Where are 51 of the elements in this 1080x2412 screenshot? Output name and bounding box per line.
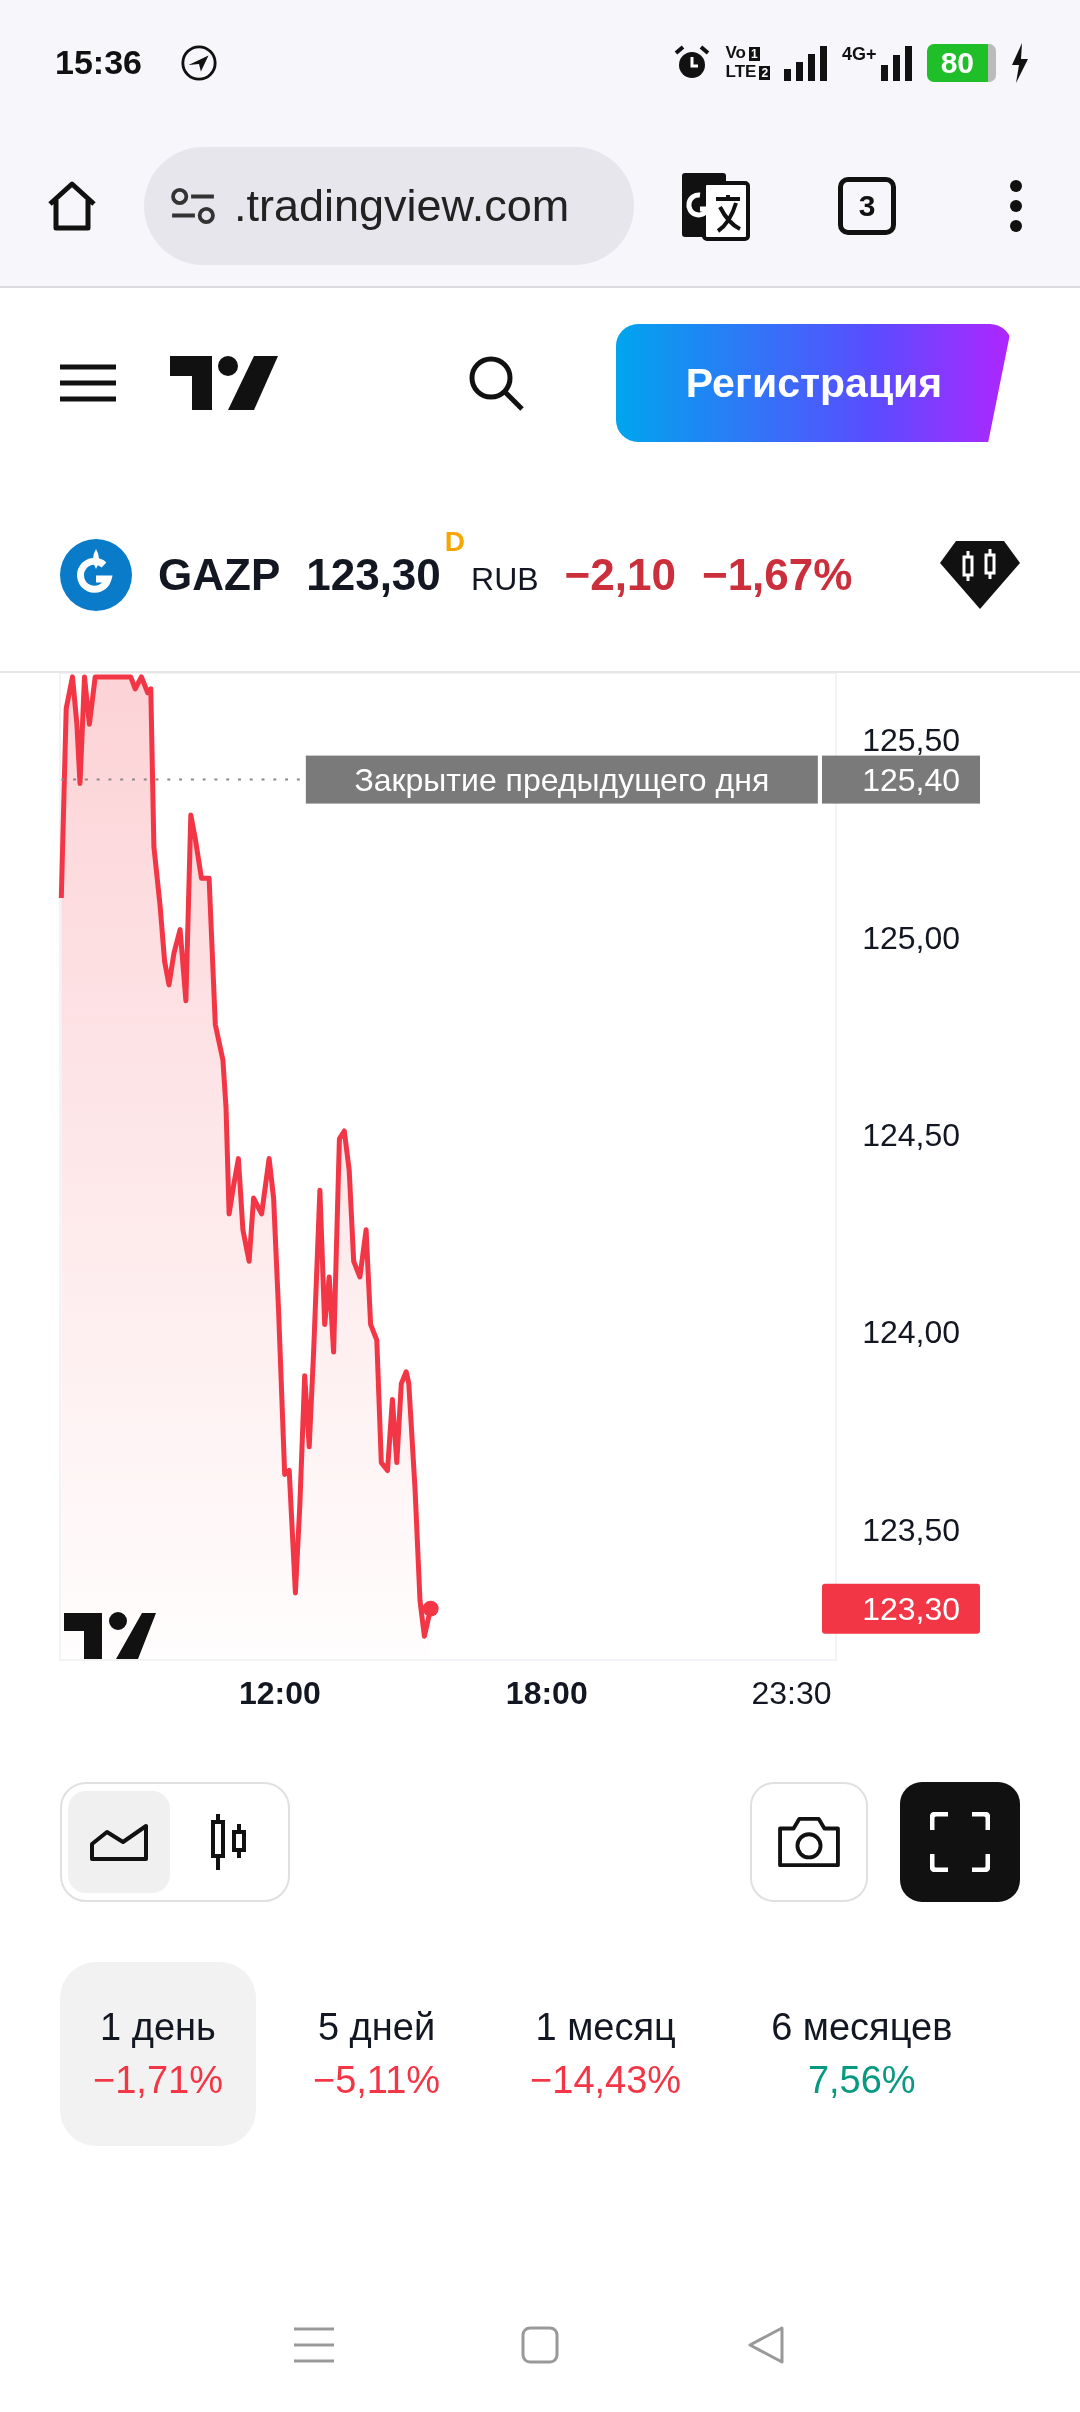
time-axis-label: 18:00 [505,1675,588,1711]
chart-logo-icon [64,1612,156,1659]
company-logo-icon [60,538,132,611]
candles-icon [209,1812,249,1872]
previous-close-label: Закрытие предыдущего дня [305,755,818,804]
area-chart-icon [89,1822,149,1862]
fullscreen-icon [930,1812,990,1872]
translate-icon[interactable] [680,170,750,241]
candles-diamond-icon[interactable] [940,540,1020,609]
ticker-symbol: GAZP [158,549,281,600]
last-price-tag: 123,30 [822,1583,980,1634]
status-time: 15:36 [55,43,142,82]
address-bar[interactable]: .tradingview.com [144,146,634,265]
last-point-marker [422,1600,439,1617]
home-square-icon[interactable] [521,2326,559,2364]
signup-button[interactable]: Регистрация [616,324,1012,442]
time-axis-label: 12:00 [238,1675,321,1711]
fullscreen-button[interactable] [900,1782,1020,1902]
period-tab[interactable]: 1 месяц −14,43% [497,1962,715,2146]
legend-label: Закрытие предыдущего дня [354,761,770,798]
area-chart-button[interactable] [68,1791,170,1893]
delay-label: D [444,526,466,558]
logo-icon[interactable] [170,356,278,410]
time-axis-label: 23:30 [751,1675,832,1711]
price-change: −2,10 [564,549,676,600]
price-value: 123,30 [306,549,441,600]
charging-icon [1010,42,1030,83]
tab-count-button[interactable]: 3 [838,176,896,235]
screenshot-button[interactable] [750,1782,868,1902]
period-tab[interactable]: 6 месяцев 7,56% [738,1962,986,2146]
back-icon[interactable] [746,2326,787,2364]
navigation-icon [179,43,218,82]
previous-close-price-tag: 125,40 [822,755,980,804]
period-tab[interactable]: 5 дней −5,11% [279,1962,474,2146]
battery-indicator: 80 [926,43,996,82]
site-settings-icon[interactable] [170,186,216,225]
camera-icon [776,1815,842,1869]
currency-label: RUB [471,561,539,598]
period-tab[interactable]: 1 день −1,71% [60,1962,256,2146]
percent-change: −1,67% [701,549,853,600]
signal-icon [784,44,829,81]
signal-icon [880,44,913,81]
price-axis-label: 124,00 [862,1314,960,1351]
menu-icon[interactable] [60,363,116,403]
price-axis-label: 123,50 [862,1511,960,1548]
more-icon[interactable] [1008,177,1024,234]
url-text: .tradingview.com [234,179,570,232]
network-type: 4G+ [842,44,877,65]
price-axis-label: 124,50 [862,1116,960,1153]
price-axis-label: 125,00 [862,919,960,956]
volte-indicator: Vo 1 LTE 2 [725,43,771,82]
